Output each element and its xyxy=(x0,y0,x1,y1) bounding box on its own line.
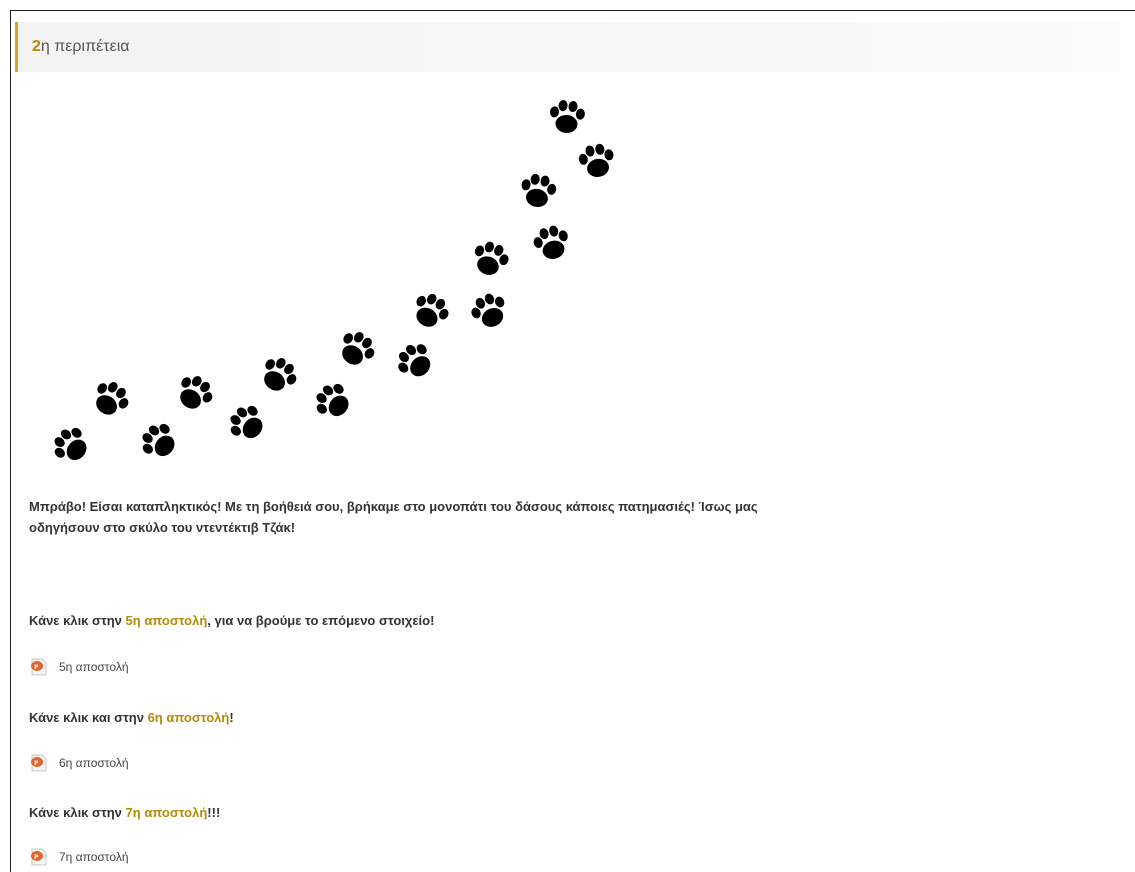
paw-print-icon xyxy=(530,222,573,264)
paw-prints-image xyxy=(0,0,1135,480)
paw-print-icon xyxy=(88,378,132,422)
resource-label: 5η αποστολή xyxy=(59,660,129,674)
resource-label: 6η αποστολή xyxy=(59,756,129,770)
mission-5-link[interactable]: 5η αποστολή xyxy=(126,613,208,628)
prompt-text: Κάνε κλικ στην xyxy=(29,613,126,628)
mission-6-resource[interactable]: P 6η αποστολή xyxy=(29,752,129,774)
mission-7-link[interactable]: 7η αποστολή xyxy=(126,805,208,820)
paw-print-icon xyxy=(334,328,378,372)
paw-print-icon xyxy=(576,141,617,180)
intro-line-1: Μπράβο! Είσαι καταπληκτικός! Με τη βοήθε… xyxy=(29,499,758,514)
intro-line-2: οδηγήσουν στο σκύλο του ντεντέκτιβ Τζάκ! xyxy=(29,520,296,535)
mission-7-prompt: Κάνε κλικ στην 7η αποστολή!!! xyxy=(29,802,1119,823)
paw-print-icon xyxy=(408,290,452,334)
paw-print-icon xyxy=(138,420,182,464)
mission-link-text: η αποστολή xyxy=(132,805,208,820)
prompt-text: !!! xyxy=(207,805,221,820)
paw-print-icon xyxy=(172,372,216,416)
powerpoint-file-icon: P xyxy=(29,847,49,867)
svg-text:P: P xyxy=(34,664,39,671)
prompt-text: ! xyxy=(229,710,234,725)
mission-6-link[interactable]: 6η αποστολή xyxy=(148,710,230,725)
paw-print-icon xyxy=(548,99,586,135)
paw-print-icon xyxy=(468,290,512,333)
paw-print-icon xyxy=(226,402,270,446)
powerpoint-file-icon: P xyxy=(29,657,49,677)
mission-5-prompt: Κάνε κλικ στην 5η αποστολή, για να βρούμ… xyxy=(29,610,1119,631)
mission-number: 7 xyxy=(125,805,133,820)
mission-link-text: η αποστολή xyxy=(154,710,230,725)
mission-7-resource[interactable]: P 7η αποστολή xyxy=(29,846,129,868)
paw-print-icon xyxy=(256,354,300,398)
mission-number: 5 xyxy=(125,613,133,628)
intro-text: Μπράβο! Είσαι καταπληκτικός! Με τη βοήθε… xyxy=(29,496,1119,538)
paw-print-icon xyxy=(50,424,94,468)
powerpoint-file-icon: P xyxy=(29,753,49,773)
svg-text:P: P xyxy=(34,854,39,861)
mission-6-prompt: Κάνε κλικ και στην 6η αποστολή! xyxy=(29,707,1119,728)
paw-print-icon xyxy=(518,171,559,210)
paw-print-icon xyxy=(394,340,438,384)
mission-link-text: η αποστολή xyxy=(132,613,208,628)
paw-print-icon xyxy=(468,238,512,281)
svg-text:P: P xyxy=(34,760,39,767)
prompt-text: Κάνε κλικ στην xyxy=(29,805,126,820)
mission-number: 6 xyxy=(147,710,155,725)
prompt-text: , για να βρούμε το επόμενο στοιχείο! xyxy=(207,613,435,628)
paw-print-icon xyxy=(312,380,356,424)
mission-5-resource[interactable]: P 5η αποστολή xyxy=(29,656,129,678)
resource-label: 7η αποστολή xyxy=(59,850,129,864)
prompt-text: Κάνε κλικ και στην xyxy=(29,710,148,725)
